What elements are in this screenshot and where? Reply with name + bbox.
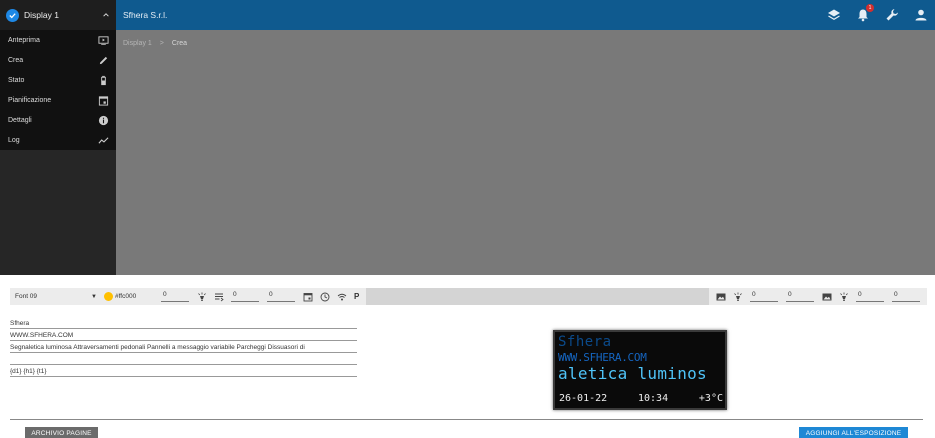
message-lines: Sfhera WWW.SFHERA.COM Segnaletica lumino… (10, 317, 357, 377)
preview-line-2: WWW.SFHERA.COM (558, 351, 647, 364)
size-input[interactable]: 0 (161, 291, 189, 302)
sidebar-title: Display 1 (24, 10, 59, 20)
sidebar-item-pianificazione[interactable]: Pianificazione (0, 90, 116, 110)
calendar-icon (98, 95, 109, 106)
divider (10, 419, 923, 420)
toolbar-spacer (366, 288, 709, 305)
breadcrumb-root[interactable]: Display 1 (123, 40, 152, 47)
brightness-icon[interactable] (838, 291, 849, 302)
breadcrumb: Display 1 > Crea (123, 40, 187, 47)
chart-line-icon (98, 136, 109, 144)
text-align-icon[interactable] (213, 291, 224, 302)
clock-icon[interactable] (319, 291, 330, 302)
line-input-1[interactable]: Sfhera (10, 317, 357, 329)
line-input-3[interactable]: Segnaletica luminosa Attraversamenti ped… (10, 341, 357, 353)
sidebar-item-label: Crea (8, 56, 24, 64)
brightness-icon[interactable] (196, 291, 207, 302)
preview-icon (98, 35, 109, 45)
preview-status-row: 26-01-22 10:34 +3°C (559, 393, 723, 404)
sidebar-item-label: Stato (8, 76, 25, 84)
notifications-bell-icon[interactable]: 1 (856, 4, 874, 22)
layers-icon[interactable] (827, 8, 841, 22)
notification-badge: 1 (866, 4, 874, 12)
editor-panel: Font 09 ▼ #ffc000 0 0 0 P 0 0 0 0 Sfhera… (0, 275, 935, 438)
sidebar-item-label: Pianificazione (8, 96, 52, 104)
chevron-up-icon[interactable] (102, 11, 110, 19)
wifi-thermometer-icon[interactable] (336, 291, 347, 302)
user-account-icon[interactable] (914, 8, 928, 22)
sidebar-menu: Anteprima Crea Stato Pianificazione Dett… (0, 30, 116, 150)
editor-toolbar: Font 09 ▼ #ffc000 0 0 0 P 0 0 0 0 (10, 288, 927, 305)
wrench-icon[interactable] (885, 8, 899, 22)
battery-icon (101, 75, 106, 85)
breadcrumb-current: Crea (171, 40, 188, 47)
sidebar-item-label: Log (8, 136, 20, 144)
sidebar-item-stato[interactable]: Stato (0, 70, 116, 90)
pencil-icon (99, 56, 108, 64)
breadcrumb-separator: > (159, 40, 164, 47)
archive-pages-button[interactable]: ARCHIVIO PAGINE (25, 427, 98, 438)
sidebar-item-anteprima[interactable]: Anteprima (0, 30, 116, 50)
image2-y-input[interactable]: 0 (892, 291, 920, 302)
line-input-5[interactable]: {d1} {h1} {t1} (10, 365, 357, 377)
preview-line-1: Sfhera (558, 334, 612, 350)
line-input-2[interactable]: WWW.SFHERA.COM (10, 329, 357, 341)
main-content-overlay: Display 1 > Crea (116, 30, 935, 275)
sidebar-header[interactable]: Display 1 (0, 0, 116, 30)
add-to-display-button[interactable]: AGGIUNGI ALL'ESPOSIZIONE (799, 427, 908, 438)
check-circle-icon (6, 8, 19, 22)
toolbar-text-group: Font 09 ▼ #ffc000 0 0 0 P (10, 288, 367, 305)
image1-x-input[interactable]: 0 (750, 291, 778, 302)
font-select[interactable]: Font 09 ▼ (13, 291, 97, 303)
image-icon[interactable] (715, 291, 726, 302)
preview-time: 10:34 (637, 393, 669, 404)
color-swatch[interactable] (104, 292, 113, 301)
sidebar-item-crea[interactable]: Crea (0, 50, 116, 70)
font-select-value: Font 09 (15, 293, 38, 300)
sidebar-item-label: Anteprima (8, 36, 40, 44)
calendar-icon[interactable] (302, 291, 313, 302)
dropdown-arrow-icon: ▼ (91, 293, 97, 300)
brightness-icon[interactable] (732, 291, 743, 302)
info-icon (98, 115, 109, 125)
image-icon[interactable] (821, 291, 832, 302)
parking-icon[interactable]: P (354, 292, 359, 301)
led-display-preview: Sfhera WWW.SFHERA.COM aletica luminos 26… (553, 330, 727, 410)
sidebar-item-log[interactable]: Log (0, 130, 116, 150)
sidebar-item-dettagli[interactable]: Dettagli (0, 110, 116, 130)
preview-temperature: +3°C (698, 393, 723, 404)
color-value[interactable]: #ffc000 (115, 293, 157, 300)
toolbar-image-group: 0 0 0 0 (709, 288, 927, 305)
image2-x-input[interactable]: 0 (856, 291, 884, 302)
line-input-4[interactable] (10, 353, 357, 365)
offset-y-input[interactable]: 0 (267, 291, 295, 302)
offset-x-input[interactable]: 0 (231, 291, 259, 302)
topbar: Sfhera S.r.l. 1 (116, 0, 935, 30)
company-name: Sfhera S.r.l. (123, 10, 168, 20)
image1-y-input[interactable]: 0 (786, 291, 814, 302)
preview-line-3: aletica luminos (558, 364, 707, 383)
sidebar-background (0, 151, 116, 275)
preview-date: 26-01-22 (559, 393, 608, 404)
sidebar-item-label: Dettagli (8, 116, 32, 124)
